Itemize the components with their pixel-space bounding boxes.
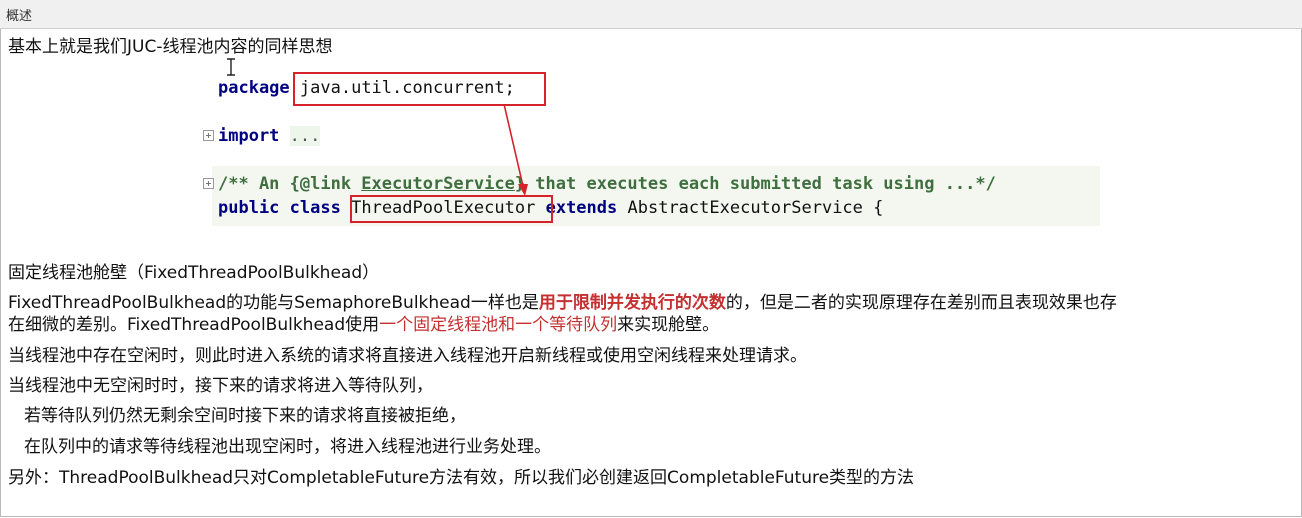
- window-title: 概述: [6, 9, 33, 24]
- para1-emphasis: 用于限制并发执行的次数: [538, 293, 726, 313]
- idle-line: 当线程池中存在空闲时，则此时进入系统的请求将直接进入线程池开启新线程或使用空闲线…: [8, 346, 807, 366]
- public-keyword: public: [218, 198, 280, 218]
- package-keyword: package: [218, 78, 290, 98]
- javadoc-line: /** An {@link ExecutorService} that exec…: [218, 172, 996, 196]
- paragraph-line-2: 在细微的差别。FixedThreadPoolBulkhead使用一个固定线程池和…: [8, 314, 719, 336]
- para2-part-c: 来实现舱壁。: [617, 315, 720, 335]
- fold-toggle-comment-icon[interactable]: [203, 178, 214, 189]
- reject-line: 若等待队列仍然无剩余空间时接下来的请求将直接被拒绝，: [24, 406, 466, 426]
- queue-line: 在队列中的请求等待线程池出现空闲时，将进入线程池进行业务处理。: [24, 437, 551, 457]
- class-keyword: class: [289, 198, 341, 218]
- paragraph-line-1: FixedThreadPoolBulkhead的功能与SemaphoreBulk…: [8, 292, 1117, 314]
- para2-part-a: 在细微的差别。FixedThreadPoolBulkhead使用: [8, 315, 380, 335]
- fold-toggle-import-icon[interactable]: [203, 130, 214, 141]
- extends-keyword: extends: [545, 198, 618, 218]
- intro-text: 基本上就是我们JUC-线程池内容的同样思想: [8, 37, 333, 57]
- annotation-arrow-icon: [503, 103, 528, 196]
- import-keyword: import: [218, 126, 280, 146]
- other-line: 另外：ThreadPoolBulkhead只对CompletableFuture…: [8, 468, 915, 488]
- no-idle-line: 当线程池中无空闲时时，接下来的请求将进入等待队列，: [8, 376, 433, 396]
- parent-class: AbstractExecutorService {: [627, 198, 884, 218]
- javadoc-end: } that executes each submitted task usin…: [514, 174, 996, 194]
- para1-part-c: 的，但是二者的实现原理存在差别而且表现效果也存: [725, 293, 1117, 313]
- import-collapsed[interactable]: ...: [289, 126, 321, 146]
- header-bar: 概述: [0, 0, 1302, 29]
- para1-part-a: FixedThreadPoolBulkhead的功能与SemaphoreBulk…: [8, 293, 539, 313]
- para2-emphasis: 一个固定线程池和一个等待队列: [379, 315, 618, 335]
- section-title: 固定线程池舱壁（FixedThreadPoolBulkhead）: [8, 263, 380, 283]
- import-line: import ...: [218, 124, 321, 148]
- javadoc-start: /** An {@link: [218, 174, 362, 194]
